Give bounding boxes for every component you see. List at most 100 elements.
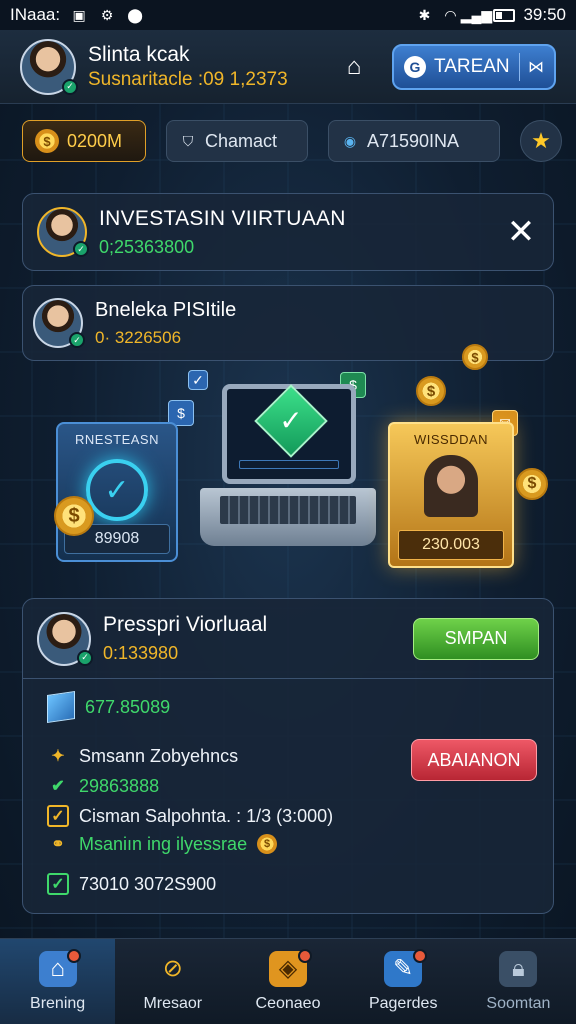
badge-icon: ✓ [69, 332, 85, 348]
badge-icon: ✓ [77, 649, 93, 666]
id-chip[interactable]: ◉ A71590INA [328, 120, 500, 162]
divider [519, 52, 520, 81]
cube-icon [47, 691, 75, 723]
status-time: 39:50 [523, 5, 566, 24]
id-value: A71590INA [367, 130, 460, 151]
coins-value: 0200M [67, 130, 123, 151]
profile-value: 0· 3226506 [95, 327, 182, 347]
detail-header: ✓ Presspri Viorluaal 0:133980 SMPAN [23, 599, 553, 679]
banner-value: 0;25363800 [99, 236, 195, 257]
detail-row-total: ✓ 73010 3072S900 [47, 873, 216, 895]
close-icon[interactable]: ✕ [503, 212, 539, 252]
detail-avatar: ✓ [37, 611, 93, 666]
shield-check-icon: ✓ [254, 384, 328, 458]
progress-bar [239, 460, 339, 469]
profile-avatar: ✓ [33, 298, 85, 348]
lock-icon: 🔒︎ [499, 950, 538, 987]
coins-chip[interactable]: $ 0200M [22, 120, 146, 162]
nav-item-security[interactable]: 🔒︎ Soomtan [461, 939, 576, 1024]
carrier-label: INaaa: [10, 5, 61, 24]
left-panel-title: RNESTEASN [75, 432, 159, 447]
image-icon: ▣ [72, 6, 86, 23]
gift-icon: ✦ [51, 748, 65, 765]
chat-label: Chamact [205, 130, 278, 151]
bottom-navigation: ⌂ Brening ⊘ Mresaor ◈ Ceonaeo ✎ Pagerdes… [0, 938, 576, 1024]
save-button[interactable]: SMPAN [413, 617, 539, 660]
coin-icon: $ [54, 496, 94, 536]
nav-label: Brening [30, 994, 86, 1012]
detail-row-note: ⚭ Msaniın ing ilyessrae $ [47, 833, 278, 855]
investment-illustration: $ ✓ $ ✉ RNESTEASN ✓ 89908 $ ✓ $ $ WISSDD… [0, 344, 576, 580]
user-balance: Susnaritacle :09 1,2373 [88, 68, 288, 90]
coin-icon: $ [462, 344, 488, 370]
nav-label: Mresaor [143, 994, 203, 1012]
checkbox-icon[interactable]: ✓ [47, 805, 69, 827]
check-icon: ✔ [51, 778, 65, 795]
detail-row-value: ✔ 29863888 [47, 775, 159, 797]
chevron-icon: ⋈ [528, 58, 544, 76]
battery-icon [493, 8, 516, 22]
user-info: Slinta kcak Susnaritacle :09 1,2373 [88, 43, 288, 91]
globe-icon: G [404, 55, 426, 78]
nav-item-money[interactable]: ◈ Ceonaeo [230, 939, 345, 1024]
profile-name: Bneleka PISItile [95, 298, 237, 321]
investment-detail-card: ✓ Presspri Viorluaal 0:133980 SMPAN 677.… [22, 598, 554, 914]
row2-label: Smsann Zobyehncs [79, 745, 239, 766]
detail-row-label: ✦ Smsann Zobyehncs [47, 745, 238, 767]
bluetooth-icon: ✱ [418, 6, 431, 23]
wrench-icon: ⊘ [162, 955, 183, 982]
check-icon: ✓ [188, 370, 208, 390]
checkbox-icon[interactable]: ✓ [47, 873, 69, 895]
nav-label: Soomtan [486, 994, 551, 1012]
check-ring-icon: ✓ [86, 459, 148, 521]
location-icon: ⬤ [127, 6, 143, 23]
coin-icon: $ [257, 834, 278, 854]
notification-badge [297, 949, 312, 963]
banner-avatar: ✓ [37, 207, 89, 257]
nav-label: Ceonaeo [255, 994, 321, 1012]
abandon-button[interactable]: ABAIANON [411, 739, 537, 781]
coin-icon: $ [35, 129, 59, 153]
top-action-label: TAREAN [434, 55, 510, 77]
banner-title: INVESTASIN VIIRTUAAN [99, 206, 346, 230]
notification-badge [412, 949, 427, 963]
user-avatar[interactable]: ✓ [20, 38, 78, 95]
nav-item-tools[interactable]: ⊘ Mresaor [115, 939, 230, 1024]
right-panel-value: 230.003 [398, 530, 504, 560]
laptop-keyboard [200, 488, 376, 546]
detail-value: 0:133980 [103, 643, 179, 663]
status-bar: INaaa: ▣ ⚙ ⬤ ✱ ◠ ▂▄▆ 39:50 [0, 0, 576, 30]
detail-title: Presspri Viorluaal [103, 613, 268, 636]
balance-value: 677.85089 [85, 696, 171, 717]
verified-icon: ✓ [62, 78, 78, 95]
wifi-icon: ◠ [444, 6, 457, 23]
home-icon[interactable]: ⌂ [338, 51, 370, 83]
coin-icon: $ [516, 468, 548, 500]
top-action-button[interactable]: G TAREAN ⋈ [392, 43, 556, 90]
row4-label: Msaniın ing ilyessrae [79, 833, 248, 854]
globe-icon: ◉ [343, 132, 357, 149]
left-panel: RNESTEASN ✓ 89908 [56, 422, 178, 562]
link-icon: ⚭ [51, 836, 65, 853]
row3-label: Cisman Salpohnta. : 1/3 (3:000) [79, 805, 334, 826]
settings-icon: ⚙ [100, 6, 114, 23]
nav-label: Pagerdes [368, 994, 438, 1012]
detail-row-balance: 677.85089 [47, 691, 171, 723]
user-name: Slinta kcak [88, 42, 190, 66]
coin-icon: $ [416, 376, 446, 406]
row5-value: 73010 3072S900 [79, 873, 217, 894]
notification-badge [67, 949, 82, 963]
right-panel-title: WISSDDAN [413, 432, 489, 447]
portrait-image [424, 455, 478, 517]
row2-value: 29863888 [79, 775, 160, 796]
chat-chip[interactable]: ⛉ Chamact [166, 120, 308, 162]
investment-banner[interactable]: ✓ INVESTASIN VIIRTUAAN 0;25363800 ✕ [22, 193, 554, 271]
laptop-screen: ✓ [222, 384, 356, 484]
detail-row-status: ✓ Cisman Salpohnta. : 1/3 (3:000) [47, 805, 333, 827]
bookmark-icon: ⛉ [182, 132, 194, 149]
app-header: ✓ Slinta kcak Susnaritacle :09 1,2373 ⌂ … [0, 30, 576, 104]
badge-icon: ✓ [73, 241, 89, 257]
star-icon[interactable]: ★ [520, 120, 562, 162]
nav-item-home[interactable]: ⌂ Brening [0, 939, 116, 1024]
nav-item-pages[interactable]: ✎ Pagerdes [346, 939, 461, 1024]
